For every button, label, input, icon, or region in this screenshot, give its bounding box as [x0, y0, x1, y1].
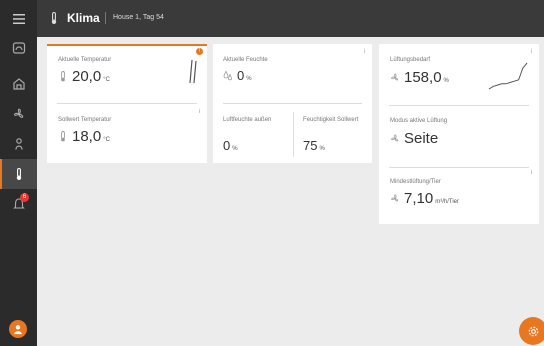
- tile-value-row: 0 %: [223, 138, 238, 153]
- ventilation-demand-sparkline: [488, 62, 528, 90]
- tile-label: Aktuelle Feuchte: [223, 57, 268, 63]
- tile-value: 0: [223, 138, 231, 153]
- tile-ventilation-demand[interactable]: i Lüftungsbedarf 158,0 %: [379, 44, 539, 104]
- notification-badge: 6: [20, 193, 29, 202]
- tile-unit: %: [443, 78, 449, 84]
- barn-icon: [12, 78, 25, 90]
- tile-unit: °C: [103, 137, 110, 143]
- tile-current-humidity[interactable]: i Aktuelle Feuchte 0 %: [213, 44, 372, 102]
- menu-button[interactable]: [0, 4, 37, 34]
- tile-current-temperature[interactable]: Aktuelle Temperatur 20,0 °C: [47, 44, 207, 102]
- tile-ventilation-mode[interactable]: Modus aktive Lüftung Seite: [379, 106, 539, 166]
- sidebar-item-climate[interactable]: [0, 159, 37, 189]
- thermometer-icon: [51, 11, 57, 24]
- person-icon: [14, 138, 23, 150]
- sparkline-path: [488, 62, 528, 90]
- avatar[interactable]: [9, 320, 27, 338]
- tile-value: 18,0: [72, 128, 102, 145]
- tile-value-row: 75 %: [303, 138, 325, 153]
- sidebar-item-barn[interactable]: [0, 69, 37, 99]
- fan-icon: [391, 134, 399, 142]
- sidebar-item-person[interactable]: [0, 129, 37, 159]
- tile-value: 158,0: [404, 69, 442, 86]
- tile-value: 0: [237, 68, 245, 83]
- tile-label: Sollwert Temperatur: [58, 117, 112, 123]
- tile-label: Lüftungsbedarf: [390, 57, 431, 63]
- fan-icon: [391, 194, 399, 202]
- tile-label: Aktuelle Temperatur: [58, 57, 112, 63]
- menu-icon: [12, 14, 25, 24]
- top-bar: Klima House 1, Tag 54: [37, 0, 544, 37]
- sidebar-item-alarms[interactable]: 6: [0, 189, 37, 219]
- tile-value: 75: [303, 138, 318, 153]
- tile-unit: °C: [103, 77, 110, 83]
- tile-humidity-target[interactable]: Feuchtigkeit Sollwert 75 %: [294, 104, 372, 163]
- fan-icon: [391, 73, 399, 81]
- temperature-trend-sparkline: [189, 59, 197, 84]
- tile-unit: %: [246, 76, 252, 82]
- tile-unit: %: [232, 146, 238, 152]
- thermometer-icon: [61, 71, 65, 82]
- tile-value-row: 158,0 %: [390, 69, 449, 86]
- tile-unit: m³/h/Tier: [435, 199, 459, 205]
- info-icon[interactable]: i: [364, 49, 365, 55]
- info-icon[interactable]: i: [199, 109, 200, 115]
- humidity-icon: [223, 70, 232, 81]
- ventilation-card: i Lüftungsbedarf 158,0 % Modus aktive Lü…: [379, 44, 539, 224]
- sidebar-item-ventilation[interactable]: [0, 99, 37, 129]
- tile-value-row: 7,10 m³/h/Tier: [390, 190, 459, 207]
- tile-label: Mindestlüftung/Tier: [390, 179, 441, 185]
- title-divider: [105, 12, 106, 24]
- tile-label: Luftfeuchte außen: [223, 117, 272, 123]
- tile-humidity-outside[interactable]: Luftfeuchte außen 0 %: [213, 104, 293, 163]
- tile-min-ventilation[interactable]: i Mindestlüftung/Tier 7,10 m³/h/Tier: [379, 168, 539, 224]
- thermometer-icon: [16, 167, 21, 180]
- info-icon[interactable]: i: [531, 49, 532, 55]
- tile-value: 7,10: [404, 190, 434, 207]
- gear-icon: [528, 326, 538, 336]
- tile-value-row: Seite: [390, 130, 438, 147]
- fan-icon: [13, 108, 23, 118]
- tile-target-temperature[interactable]: i Sollwert Temperatur 18,0 °C: [47, 104, 207, 163]
- tile-value-row: 18,0 °C: [58, 128, 110, 145]
- settings-fab[interactable]: [519, 317, 544, 345]
- user-avatar-icon: [14, 325, 22, 335]
- tile-value-row: 0 %: [223, 68, 252, 83]
- breadcrumb: House 1, Tag 54: [113, 14, 164, 21]
- info-icon[interactable]: i: [531, 170, 532, 176]
- tile-value: Seite: [404, 130, 439, 147]
- tile-label: Feuchtigkeit Sollwert: [303, 117, 359, 123]
- sidebar: 6: [0, 0, 37, 346]
- tile-value-row: 20,0 °C: [58, 68, 110, 85]
- tile-unit: %: [319, 146, 325, 152]
- tile-label: Modus aktive Lüftung: [390, 118, 448, 124]
- dashboard-icon: [12, 42, 25, 54]
- temperature-card: ! Aktuelle Temperatur 20,0 °C i Sollwert…: [47, 44, 207, 163]
- tile-value: 20,0: [72, 68, 102, 85]
- sidebar-item-dashboard[interactable]: [0, 33, 37, 63]
- page-title: Klima: [67, 11, 100, 25]
- thermometer-icon: [61, 131, 65, 142]
- humidity-card: i Aktuelle Feuchte 0 % Luftfeuchte außen…: [213, 44, 372, 163]
